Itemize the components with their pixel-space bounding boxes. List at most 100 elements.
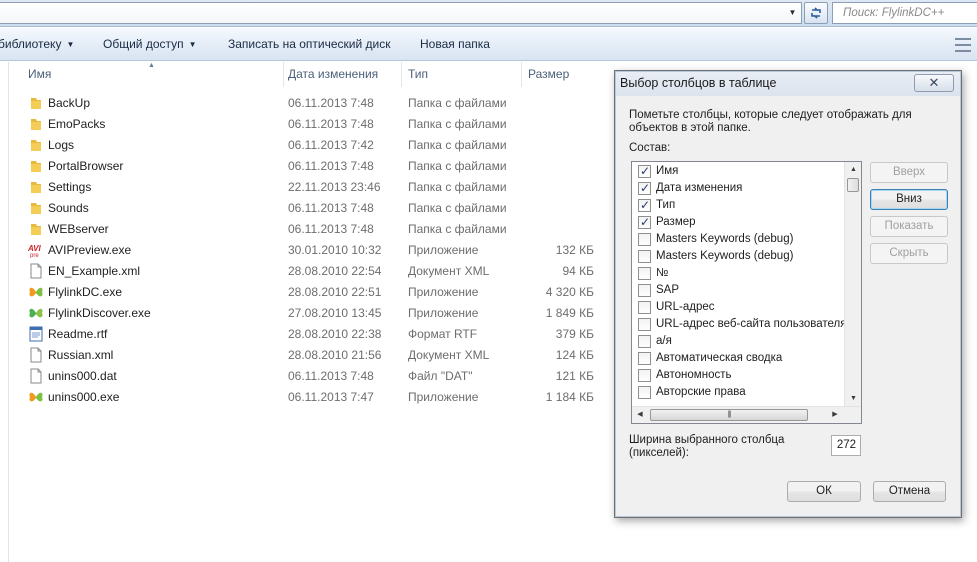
column-option-item[interactable]: URL-адрес веб-сайта пользователя (636, 316, 846, 333)
dialog-titlebar[interactable]: Выбор столбцов в таблице ✕ (616, 72, 960, 96)
vertical-scrollbar[interactable]: ▲ ▼ (844, 162, 861, 407)
column-option-item[interactable]: а/я (636, 333, 842, 350)
column-width-input[interactable]: 272 (831, 435, 861, 456)
column-option-item[interactable]: Masters Keywords (debug) (636, 231, 842, 248)
command-toolbar: библиотеку ▼ Общий доступ ▼ Записать на оп… (0, 28, 977, 61)
column-checkbox[interactable] (638, 214, 651, 231)
choose-columns-dialog: Выбор столбцов в таблице ✕ Пометьте стол… (614, 70, 962, 518)
vertical-scroll-thumb[interactable] (847, 178, 859, 192)
file-type: Папка с файлами (408, 159, 507, 173)
file-row[interactable]: unins000.exe 06.11.2013 7:47 Приложение … (20, 387, 600, 408)
share-button[interactable]: Общий доступ ▼ (103, 28, 197, 61)
scroll-left-icon[interactable]: ◀ (632, 407, 648, 423)
column-checkbox[interactable] (638, 301, 651, 314)
file-row[interactable]: BackUp 06.11.2013 7:48 Папка с файлами (20, 93, 600, 114)
file-date: 06.11.2013 7:42 (288, 138, 374, 152)
column-checkbox[interactable] (638, 233, 651, 246)
column-checkbox[interactable] (638, 369, 651, 382)
file-type: Приложение (408, 243, 479, 257)
file-date: 28.08.2010 22:51 (288, 285, 382, 299)
file-date: 06.11.2013 7:48 (288, 369, 374, 383)
file-row[interactable]: WEBserver 06.11.2013 7:48 Папка с файлам… (20, 219, 600, 240)
scroll-down-icon[interactable]: ▼ (845, 391, 862, 407)
new-folder-button[interactable]: Новая папка (420, 28, 490, 61)
column-header-size[interactable]: Размер (522, 62, 602, 87)
refresh-button[interactable] (804, 2, 828, 24)
file-name: BackUp (48, 96, 91, 110)
column-option-item[interactable]: Masters Keywords (debug) (636, 248, 842, 265)
document-icon (28, 368, 44, 384)
column-option-label: Автономность (656, 369, 732, 381)
file-row[interactable]: unins000.dat 06.11.2013 7:48 Файл "DAT" … (20, 366, 600, 387)
move-down-button[interactable]: Вниз (870, 189, 948, 210)
column-option-item[interactable]: Автономность (636, 367, 842, 384)
column-option-label: Имя (656, 165, 679, 177)
scroll-up-icon[interactable]: ▲ (845, 162, 862, 178)
scroll-right-icon[interactable]: ▶ (827, 407, 843, 423)
column-checkbox[interactable] (638, 163, 651, 180)
column-checkbox[interactable] (638, 386, 651, 399)
ok-button[interactable]: ОК (787, 481, 861, 502)
file-row[interactable]: FlylinkDiscover.exe 27.08.2010 13:45 При… (20, 303, 600, 324)
column-option-item[interactable]: Дата изменения (636, 180, 842, 197)
file-row[interactable]: Readme.rtf 28.08.2010 22:38 Формат RTF 3… (20, 324, 600, 345)
address-field[interactable] (0, 2, 802, 24)
column-checkbox[interactable] (638, 180, 651, 197)
show-button[interactable]: Показать (870, 216, 948, 237)
move-up-button[interactable]: Вверх (870, 162, 948, 183)
horizontal-scrollbar[interactable]: ◀ ||| ▶ (632, 406, 861, 423)
column-header-date[interactable]: Дата изменения (282, 62, 402, 87)
sort-ascending-icon: ▲ (148, 62, 155, 69)
column-option-label: Авторские права (656, 386, 746, 398)
column-checkbox[interactable] (638, 318, 651, 331)
file-type: Документ XML (408, 348, 490, 362)
search-input[interactable]: Поиск: FlylinkDC++ (832, 2, 977, 24)
details-list-label: Состав: (629, 142, 671, 154)
address-dropdown-icon[interactable]: ▼ (784, 3, 801, 23)
address-bar: ▼ Поиск: FlylinkDC++ (0, 0, 977, 27)
column-header-type[interactable]: Тип (402, 62, 522, 87)
column-checkbox[interactable] (638, 250, 651, 263)
column-checkbox[interactable] (638, 352, 651, 365)
add-to-library-button[interactable]: библиотеку ▼ (0, 28, 74, 61)
column-checkbox[interactable] (638, 335, 651, 348)
column-option-item[interactable]: SAP (636, 282, 842, 299)
file-row[interactable]: FlylinkDC.exe 28.08.2010 22:51 Приложени… (20, 282, 600, 303)
navigation-pane[interactable] (0, 62, 9, 562)
column-option-item[interactable]: Автоматическая сводка (636, 350, 842, 367)
file-row[interactable]: EmoPacks 06.11.2013 7:48 Папка с файлами (20, 114, 600, 135)
column-option-item[interactable]: Тип (636, 197, 842, 214)
refresh-icon (811, 7, 821, 19)
column-width-label-line2: (пикселей): (629, 447, 689, 459)
file-date: 06.11.2013 7:48 (288, 96, 374, 110)
column-option-item[interactable]: Имя (636, 163, 842, 180)
cancel-button[interactable]: Отмена (873, 481, 946, 502)
column-checkbox[interactable] (638, 197, 651, 214)
file-row[interactable]: Sounds 06.11.2013 7:48 Папка с файлами (20, 198, 600, 219)
document-icon (28, 263, 44, 279)
file-row[interactable]: Logs 06.11.2013 7:42 Папка с файлами (20, 135, 600, 156)
column-option-item[interactable]: № (636, 265, 842, 282)
burn-disc-button[interactable]: Записать на оптический диск (228, 28, 391, 61)
view-options-icon[interactable] (955, 38, 971, 52)
file-size: 1 849 КБ (545, 306, 594, 320)
folder-icon (28, 137, 44, 153)
file-row[interactable]: PortalBrowser 06.11.2013 7:48 Папка с фа… (20, 156, 600, 177)
column-option-label: № (656, 267, 669, 279)
file-size: 94 КБ (562, 264, 594, 278)
file-row[interactable]: Russian.xml 28.08.2010 21:56 Документ XM… (20, 345, 600, 366)
hide-button[interactable]: Скрыть (870, 243, 948, 264)
column-option-item[interactable]: Авторские права (636, 384, 842, 401)
close-button[interactable]: ✕ (914, 74, 954, 92)
file-row[interactable]: Settings 22.11.2013 23:46 Папка с файлам… (20, 177, 600, 198)
file-row[interactable]: EN_Example.xml 28.08.2010 22:54 Документ… (20, 261, 600, 282)
file-row[interactable]: AVI pre AVIPreview.exe 30.01.2010 10:32 П… (20, 240, 600, 261)
folder-icon (28, 179, 44, 195)
column-option-item[interactable]: URL-адрес (636, 299, 842, 316)
column-option-item[interactable]: Размер (636, 214, 842, 231)
column-checkbox[interactable] (638, 284, 651, 297)
columns-listbox[interactable]: Имя Дата изменения Тип Размер Masters Ke… (631, 161, 862, 424)
column-checkbox[interactable] (638, 267, 651, 280)
horizontal-scroll-thumb[interactable]: ||| (650, 409, 808, 421)
column-option-label: а/я (656, 335, 672, 347)
